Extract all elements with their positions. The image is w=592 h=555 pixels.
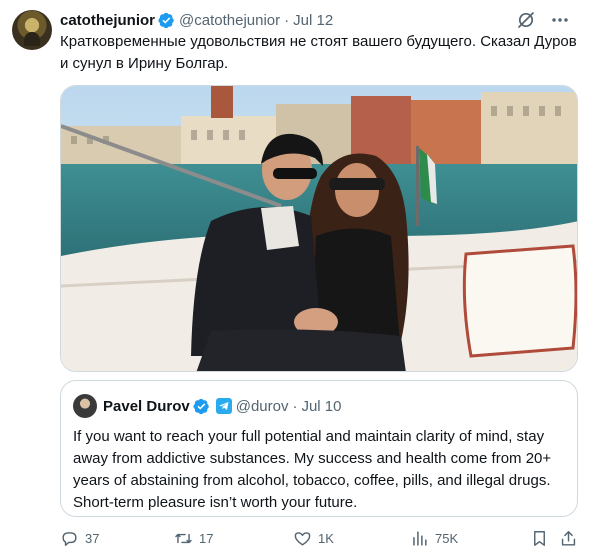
quoted-handle: @durov: [235, 397, 289, 415]
tweet-photo[interactable]: [60, 85, 578, 372]
reply-count: 37: [85, 530, 100, 546]
like-icon: [294, 531, 311, 546]
verified-badge-icon: [193, 398, 209, 414]
views-count: 75K: [435, 530, 459, 546]
quoted-name: Pavel Durov: [103, 397, 190, 415]
separator-dot: ·: [284, 11, 290, 29]
quoted-header: Pavel Durov @durov · Jul 10: [103, 394, 342, 418]
share-button[interactable]: [559, 527, 578, 549]
repost-count: 17: [199, 530, 214, 546]
photo-couple-on-boat-venice: [61, 86, 577, 371]
avatar[interactable]: [12, 10, 52, 50]
tweet: catothejunior @catothejunior · Jul 12 Кр…: [0, 0, 592, 555]
quoted-tweet[interactable]: Pavel Durov @durov · Jul 10 If you want …: [60, 380, 578, 517]
like-button[interactable]: 1K: [293, 527, 334, 549]
tweet-header: catothejunior @catothejunior · Jul 12: [60, 10, 580, 30]
views-icon: [413, 530, 427, 546]
bookmark-button[interactable]: [530, 527, 549, 549]
reply-icon: [62, 531, 77, 546]
action-bar: 37 17 1K 75K: [60, 527, 580, 549]
quoted-avatar: [73, 394, 97, 418]
tweet-date[interactable]: Jul 12: [293, 12, 333, 29]
grok-icon[interactable]: [516, 10, 536, 30]
like-count: 1K: [318, 530, 334, 546]
bookmark-icon: [534, 530, 545, 546]
tweet-text: Кратковременные удовольствия не стоят ва…: [60, 33, 577, 72]
telegram-icon: [215, 398, 232, 414]
verified-badge-icon: [158, 12, 174, 28]
views-button[interactable]: 75K: [410, 527, 458, 549]
repost-icon: [175, 533, 192, 543]
header-icons: [516, 10, 570, 30]
quoted-text: If you want to reach your full potential…: [73, 428, 552, 511]
share-icon: [561, 530, 576, 546]
quoted-date: Jul 10: [301, 397, 342, 415]
separator-dot: ·: [292, 397, 298, 415]
repost-button[interactable]: 17: [174, 527, 213, 549]
author-handle[interactable]: @catothejunior: [179, 12, 280, 29]
author-name[interactable]: catothejunior: [60, 12, 155, 29]
reply-button[interactable]: 37: [60, 527, 99, 549]
more-icon[interactable]: [550, 10, 570, 30]
